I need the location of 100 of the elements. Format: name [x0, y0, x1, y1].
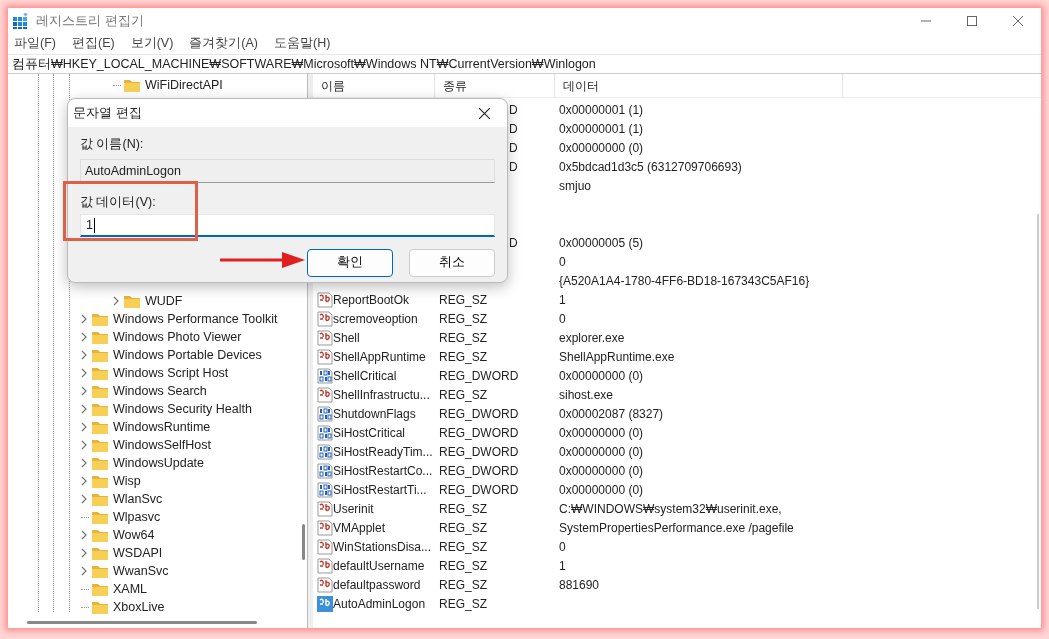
tree-item[interactable]: WiFiDirectAPI — [141, 75, 223, 95]
value-name[interactable]: Shell — [333, 328, 360, 347]
value-type: D — [509, 159, 518, 174]
value-data: 0x00002087 (8327) — [559, 406, 664, 421]
tree-item[interactable]: WindowsSelfHost — [109, 435, 211, 455]
tree-item[interactable]: Wisp — [109, 471, 141, 491]
value-data: 1 — [559, 558, 566, 573]
chevron-icon[interactable] — [80, 494, 88, 504]
tree-item[interactable]: WindowsRuntime — [109, 417, 211, 437]
value-name[interactable]: SiHostRestartTi... — [333, 480, 427, 499]
folder-icon — [91, 545, 109, 561]
menu-item[interactable]: 보기(V) — [130, 34, 174, 53]
column-header[interactable]: 이름 — [321, 76, 345, 95]
value-name[interactable]: ShellCritical — [333, 366, 397, 385]
tree-item[interactable]: Windows Photo Viewer — [109, 327, 242, 347]
folder-icon — [91, 581, 109, 597]
value-type: REG_DWORD — [439, 463, 519, 478]
folder-icon — [123, 293, 141, 309]
cancel-button[interactable]: 취소 — [409, 249, 495, 278]
menu-item[interactable]: 편집(E) — [71, 34, 115, 53]
column-header[interactable]: 데이터 — [563, 76, 599, 95]
value-data: C:₩WINDOWS₩system32₩userinit.exe, — [559, 501, 782, 516]
folder-icon — [91, 473, 109, 489]
chevron-icon[interactable] — [112, 296, 120, 306]
chevron-icon[interactable] — [80, 530, 88, 540]
value-type: D — [509, 102, 518, 117]
chevron-icon[interactable] — [80, 566, 88, 576]
value-type: D — [509, 235, 518, 250]
tree-item[interactable]: Windows Security Health — [109, 399, 252, 419]
tree-item[interactable]: WwanSvc — [109, 561, 169, 581]
value-data: SystemPropertiesPerformance.exe /pagefile — [559, 520, 794, 535]
chevron-icon[interactable] — [80, 440, 88, 450]
value-data: 0x00000000 (0) — [559, 444, 644, 459]
chevron-icon[interactable] — [80, 548, 88, 558]
tree-item[interactable]: Wow64 — [109, 525, 155, 545]
tree-item[interactable]: WindowsUpdate — [109, 453, 204, 473]
chevron-icon[interactable] — [80, 476, 88, 486]
value-name[interactable]: AutoAdminLogon — [333, 594, 426, 613]
chevron-icon[interactable] — [80, 422, 88, 432]
value-name[interactable]: ShellInfrastructu... — [333, 385, 430, 404]
chevron-icon[interactable] — [80, 386, 88, 396]
scrollbar-thumb[interactable] — [302, 524, 305, 560]
chevron-icon[interactable] — [80, 404, 88, 414]
value-type: REG_SZ — [439, 387, 487, 402]
folder-icon — [91, 455, 109, 471]
chevron-icon[interactable] — [80, 458, 88, 468]
value-name[interactable]: defaultUsername — [333, 556, 425, 575]
field-label: 값 이름(N): — [80, 137, 145, 153]
value-name[interactable]: SiHostRestartCo... — [333, 461, 433, 480]
value-type: REG_SZ — [439, 596, 487, 611]
value-name[interactable]: VMApplet — [333, 518, 386, 537]
value-data: {A520A1A4-1780-4FF6-BD18-167343C5AF16} — [559, 273, 810, 288]
tree-item[interactable]: WlanSvc — [109, 489, 163, 509]
folder-icon — [91, 563, 109, 579]
folder-icon — [91, 329, 109, 345]
value-type: REG_SZ — [439, 349, 487, 364]
column-header[interactable]: 종류 — [443, 76, 467, 95]
tree-item[interactable]: XAML — [109, 579, 148, 599]
value-type: REG_SZ — [439, 330, 487, 345]
value-name[interactable]: ReportBootOk — [333, 290, 410, 309]
value-type: REG_SZ — [439, 520, 487, 535]
value-name[interactable]: SiHostReadyTim... — [333, 442, 433, 461]
input-field[interactable]: 1 — [80, 214, 495, 238]
tree-item[interactable]: WUDF — [141, 291, 183, 311]
value-data: 0x00000005 (5) — [559, 235, 644, 250]
value-name[interactable]: ShutdownFlags — [333, 404, 416, 423]
folder-icon — [91, 509, 109, 525]
value-name[interactable]: scremoveoption — [333, 309, 418, 328]
value-name[interactable]: ShellAppRuntime — [333, 347, 426, 366]
value-name[interactable]: SiHostCritical — [333, 423, 405, 442]
tree-item[interactable]: Windows Performance Toolkit — [109, 309, 278, 329]
value-type: D — [509, 140, 518, 155]
maximize-icon — [967, 15, 977, 26]
tree-item[interactable]: XboxLive — [109, 597, 165, 617]
chevron-icon[interactable] — [80, 368, 88, 378]
folder-icon — [91, 383, 109, 399]
menu-item[interactable]: 파일(F) — [14, 34, 56, 53]
chevron-icon[interactable] — [80, 332, 88, 342]
chevron-icon[interactable] — [80, 350, 88, 360]
value-data: 0x00000000 (0) — [559, 482, 644, 497]
value-name[interactable]: Userinit — [333, 499, 374, 518]
scrollbar-thumb[interactable] — [27, 621, 257, 624]
tree-item[interactable]: WSDAPI — [109, 543, 163, 563]
tree-item[interactable]: Windows Portable Devices — [109, 345, 262, 365]
address-bar[interactable]: 컴퓨터₩HKEY_LOCAL_MACHINE₩SOFTWARE₩Microsoft₩Windows NT₩CurrentVersion₩Winlogon — [12, 57, 596, 71]
value-data: explorer.exe — [559, 330, 625, 345]
value-name[interactable]: defaultpassword — [333, 575, 421, 594]
input-field[interactable]: AutoAdminLogon — [80, 158, 495, 183]
tree-item[interactable]: Windows Search — [109, 381, 207, 401]
value-data: ShellAppRuntime.exe — [559, 349, 675, 364]
tree-item[interactable]: Windows Script Host — [109, 363, 229, 383]
chevron-icon[interactable] — [80, 314, 88, 324]
tree-item[interactable]: Wlpasvc — [109, 507, 161, 527]
window-title: 레지스트리 편집기 — [36, 11, 145, 30]
value-name[interactable]: WinStationsDisa... — [333, 537, 432, 556]
value-type: REG_SZ — [439, 577, 487, 592]
menu-item[interactable]: 즐겨찾기(A) — [189, 34, 258, 53]
menu-item[interactable]: 도움말(H) — [274, 34, 331, 53]
ok-button[interactable]: 확인 — [307, 249, 393, 278]
close-icon — [478, 107, 490, 119]
